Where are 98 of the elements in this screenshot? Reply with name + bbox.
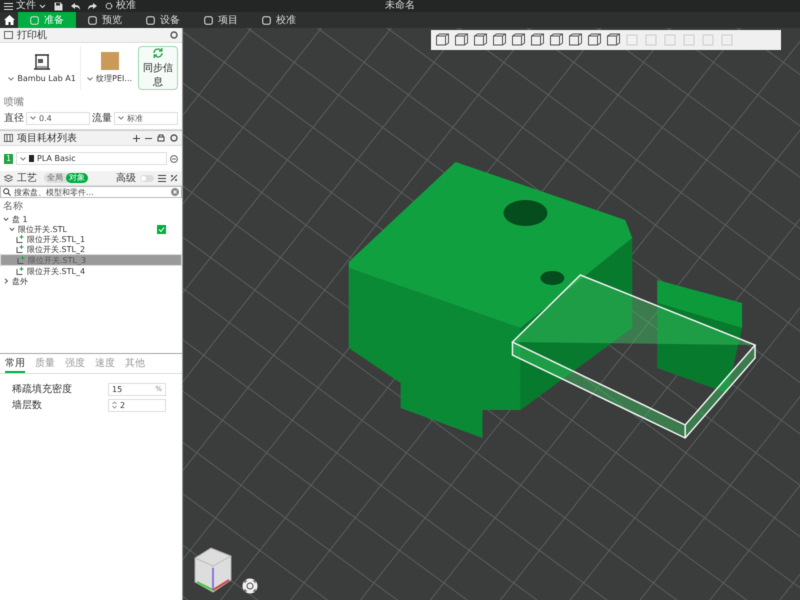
part-icon: [16, 245, 24, 253]
main-tab[interactable]: 校准: [250, 12, 308, 28]
section-title: 项目耗材列表: [17, 132, 77, 145]
part-label: 限位开关.STL_3: [28, 254, 86, 266]
tool-icon[interactable]: [568, 33, 582, 47]
chevron-down-icon: [30, 116, 36, 120]
checkbox[interactable]: [157, 224, 166, 234]
tool-icon[interactable]: [492, 33, 506, 47]
part-icon: [16, 267, 24, 275]
tool-icon[interactable]: [587, 33, 601, 47]
tab-icon: [88, 16, 97, 24]
settings-icon[interactable]: [170, 31, 178, 39]
part-icon: [17, 256, 25, 264]
tool-icon[interactable]: [530, 33, 544, 47]
caret-icon: [39, 4, 46, 8]
tab-icon: [262, 16, 271, 24]
chevron-down-icon: [87, 76, 94, 80]
diameter-label: 直径: [4, 112, 24, 125]
flow-label: 流量: [92, 112, 112, 125]
calibrate-button[interactable]: 校准: [105, 0, 136, 12]
tool-icon[interactable]: [454, 33, 468, 47]
field-label: 墙层数: [12, 398, 43, 412]
diameter-dropdown[interactable]: 0.4: [26, 112, 90, 124]
filament-dropdown[interactable]: PLA Basic: [16, 152, 167, 165]
main-tab[interactable]: 项目: [192, 12, 250, 28]
home-icon: [4, 15, 14, 25]
clear-icon[interactable]: [171, 188, 179, 196]
disabled-tool-icon: [720, 33, 734, 47]
tab-icon: [146, 16, 155, 24]
plate-swatch: [100, 52, 119, 70]
window-title: 未命名: [385, 0, 415, 12]
scope-option[interactable]: 全局: [44, 173, 66, 183]
disabled-tool-icon: [625, 33, 639, 47]
spinner-arrows-icon[interactable]: [112, 401, 117, 409]
plate-item[interactable]: 盘 1: [12, 214, 28, 224]
disabled-tool-icon: [663, 33, 677, 47]
part-row[interactable]: 限位开关.STL_1: [0, 234, 182, 244]
plate-card[interactable]: 纹理PEI...: [84, 46, 135, 90]
layers-icon: [4, 174, 13, 182]
menu-icon: [4, 2, 13, 10]
search-icon: [3, 188, 11, 196]
printer-name: Bambu Lab A1: [17, 74, 76, 83]
main-tab[interactable]: 设备: [134, 12, 192, 28]
chevron-down-icon: [20, 156, 26, 160]
selected-part-drawing[interactable]: [512, 274, 756, 439]
plate-item[interactable]: 盘外: [12, 276, 28, 286]
part-label: 限位开关.STL_1: [27, 234, 86, 244]
disabled-tool-icon: [682, 33, 696, 47]
plate-name: 纹理PEI...: [96, 73, 132, 84]
scope-toggle[interactable]: 全局 对象: [44, 173, 88, 183]
nozzle-title: 喷嘴: [4, 96, 24, 109]
redo-icon[interactable]: [88, 2, 97, 10]
chevron-down-icon: [118, 116, 124, 120]
field-label: 稀疏填充密度: [12, 382, 73, 396]
column-header: 名称: [2, 200, 24, 214]
spool-icon: [29, 155, 34, 162]
advanced-label: 高级: [116, 172, 136, 185]
main-tab[interactable]: 预览: [76, 12, 134, 28]
part-icon: [16, 235, 24, 243]
tool-icon[interactable]: [606, 33, 620, 47]
chevron-icon[interactable]: [3, 216, 9, 222]
gear-icon: [105, 2, 113, 10]
value-field[interactable]: 2: [108, 398, 166, 412]
sync-icon: [152, 47, 164, 59]
tool-icon[interactable]: [435, 33, 449, 47]
disabled-tool-icon: [644, 33, 658, 47]
part-label: 限位开关.STL_4: [27, 266, 86, 276]
chevron-icon[interactable]: [3, 278, 9, 284]
minus-circle-icon[interactable]: [170, 154, 178, 162]
zoom-fit-icon[interactable]: [242, 578, 258, 594]
disabled-tool-icon: [701, 33, 715, 47]
tool-icon[interactable]: [473, 33, 487, 47]
sync-button[interactable]: 同步信息: [138, 46, 178, 90]
settings-tab[interactable]: 常用: [5, 356, 25, 373]
flow-dropdown[interactable]: 标准: [114, 112, 178, 124]
part-label: 限位开关.STL_2: [27, 244, 86, 254]
part-row[interactable]: 限位开关.STL_2: [0, 244, 182, 254]
search-field[interactable]: 搜索盘、模型和零件...: [0, 186, 182, 198]
object-item[interactable]: 限位开关.STL: [18, 224, 67, 234]
percent-icon[interactable]: [170, 174, 178, 182]
settings-icon[interactable]: [170, 134, 178, 142]
printer-drawing: [33, 53, 52, 71]
advanced-switch[interactable]: [140, 174, 154, 182]
tool-icon[interactable]: [549, 33, 563, 47]
part-row[interactable]: 限位开关.STL_4: [0, 266, 182, 276]
tab-icon: [30, 16, 39, 24]
tab-icon: [204, 16, 213, 24]
chevron-down-icon: [8, 76, 14, 80]
add-icon[interactable]: [133, 134, 140, 142]
undo-icon[interactable]: [71, 2, 80, 10]
list-icon[interactable]: [158, 174, 166, 182]
save-icon[interactable]: [54, 2, 63, 10]
filament-index: 1: [4, 154, 13, 164]
section-title: 工艺: [17, 172, 37, 185]
section-title: 打印机: [17, 28, 47, 42]
tool-icon[interactable]: [511, 33, 525, 47]
chevron-icon[interactable]: [9, 226, 15, 232]
printer-card[interactable]: Bambu Lab A1: [4, 46, 82, 90]
